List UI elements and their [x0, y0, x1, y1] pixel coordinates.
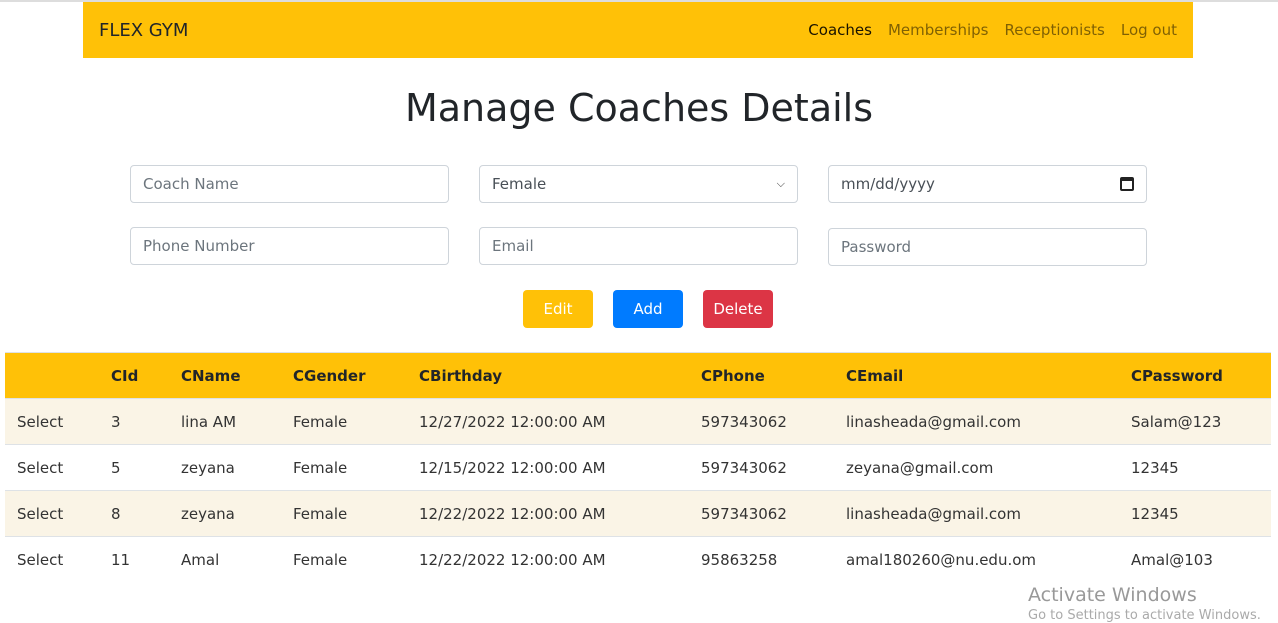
- table-cell: linasheada@gmail.com: [834, 398, 1119, 445]
- col-header: CName: [169, 352, 281, 399]
- table-cell: zeyana: [169, 444, 281, 491]
- table-cell: 12/22/2022 12:00:00 AM: [407, 490, 689, 537]
- table-cell: linasheada@gmail.com: [834, 490, 1119, 537]
- placeholder: Email: [492, 237, 534, 255]
- selected-value: Female: [492, 175, 547, 193]
- edit-button[interactable]: Edit: [523, 290, 593, 328]
- col-header: CBirthday: [407, 352, 689, 399]
- watermark-title: Activate Windows: [1028, 584, 1197, 606]
- table-cell: Female: [281, 444, 407, 491]
- coach-name-input[interactable]: Coach Name: [130, 165, 449, 203]
- gender-select[interactable]: Female ⌵: [479, 165, 798, 203]
- table-row: Select 8 zeyana Female 12/22/2022 12:00:00 A…: [5, 490, 1271, 537]
- watermark-subtitle: Go to Settings to activate Windows.: [1028, 608, 1261, 623]
- col-header: CEmail: [834, 352, 1119, 399]
- col-header: CPassword: [1119, 352, 1271, 399]
- col-header: CPhone: [689, 352, 834, 399]
- table-cell: 5: [99, 444, 169, 491]
- table-cell: Female: [281, 536, 407, 583]
- password-input[interactable]: Password: [828, 228, 1147, 266]
- table-cell: 597343062: [689, 398, 834, 445]
- table-cell: zeyana@gmail.com: [834, 444, 1119, 491]
- birthday-date-input[interactable]: mm/dd/yyyy: [828, 165, 1147, 203]
- nav-coaches[interactable]: Coaches: [808, 21, 872, 39]
- table-cell: 12345: [1119, 490, 1271, 537]
- table-cell: 12/15/2022 12:00:00 AM: [407, 444, 689, 491]
- table-cell: 8: [99, 490, 169, 537]
- table-cell: 3: [99, 398, 169, 445]
- select-link[interactable]: Select: [5, 444, 99, 491]
- nav-receptionists[interactable]: Receptionists: [1004, 21, 1104, 39]
- table-cell: lina AM: [169, 398, 281, 445]
- placeholder: Phone Number: [143, 237, 255, 255]
- placeholder: Coach Name: [143, 175, 239, 193]
- calendar-icon[interactable]: [1120, 177, 1134, 191]
- col-header: [5, 352, 99, 399]
- table-cell: Amal@103: [1119, 536, 1271, 583]
- select-link[interactable]: Select: [5, 398, 99, 445]
- table-cell: 597343062: [689, 490, 834, 537]
- table-cell: zeyana: [169, 490, 281, 537]
- col-header: CGender: [281, 352, 407, 399]
- table-cell: amal180260@nu.edu.om: [834, 536, 1119, 583]
- table-cell: Amal: [169, 536, 281, 583]
- table-cell: 12/22/2022 12:00:00 AM: [407, 536, 689, 583]
- email-input[interactable]: Email: [479, 227, 798, 265]
- nav-memberships[interactable]: Memberships: [888, 21, 989, 39]
- coaches-table: CId CName CGender CBirthday CPhone CEmai…: [5, 352, 1271, 583]
- table-cell: Female: [281, 398, 407, 445]
- navbar: FLEX GYM Coaches Memberships Receptionis…: [83, 2, 1193, 58]
- col-header: CId: [99, 352, 169, 399]
- phone-input[interactable]: Phone Number: [130, 227, 449, 265]
- delete-button[interactable]: Delete: [703, 290, 773, 328]
- table-cell: 11: [99, 536, 169, 583]
- table-row: Select 3 lina AM Female 12/27/2022 12:00:00 …: [5, 398, 1271, 445]
- table-row: Select 11 Amal Female 12/22/2022 12:00:00 AM…: [5, 536, 1271, 583]
- table-row: Select 5 zeyana Female 12/15/2022 12:00:00 A…: [5, 444, 1271, 491]
- table-cell: 95863258: [689, 536, 834, 583]
- placeholder: mm/dd/yyyy: [841, 175, 935, 193]
- placeholder: Password: [841, 238, 912, 256]
- select-link[interactable]: Select: [5, 536, 99, 583]
- nav-logout[interactable]: Log out: [1121, 21, 1177, 39]
- chevron-down-icon: ⌵: [776, 177, 785, 190]
- brand[interactable]: FLEX GYM: [99, 20, 188, 41]
- page-title: Manage Coaches Details: [404, 86, 874, 130]
- select-link[interactable]: Select: [5, 490, 99, 537]
- table-cell: 597343062: [689, 444, 834, 491]
- table-cell: 12345: [1119, 444, 1271, 491]
- table-cell: 12/27/2022 12:00:00 AM: [407, 398, 689, 445]
- table-cell: Female: [281, 490, 407, 537]
- add-button[interactable]: Add: [613, 290, 683, 328]
- table-cell: Salam@123: [1119, 398, 1271, 445]
